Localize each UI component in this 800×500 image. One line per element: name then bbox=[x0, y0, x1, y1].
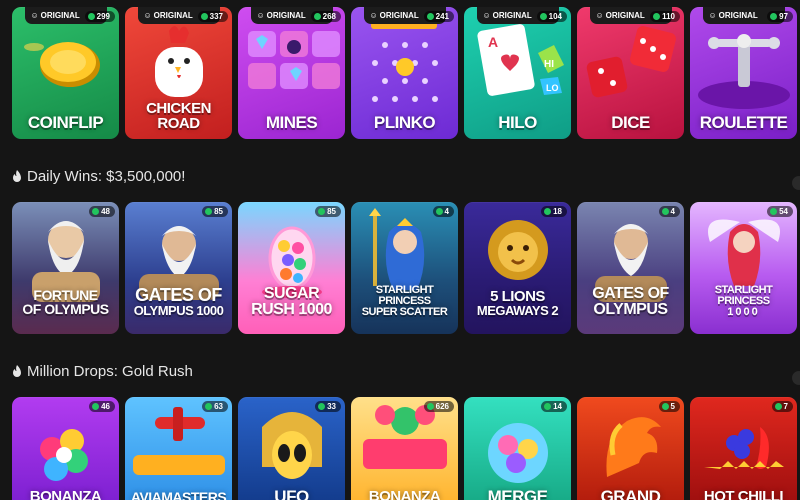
title-line-1: FORTUNE bbox=[33, 287, 98, 303]
game-card-chicken-road[interactable]: ☺ ORIGINAL 337 CHICKEN ROAD bbox=[125, 7, 232, 139]
candy-swirl-artwork bbox=[363, 405, 447, 469]
player-count: 4 bbox=[658, 206, 680, 217]
player-count: 18 bbox=[541, 206, 567, 217]
game-card-plinko[interactable]: ☺ ORIGINAL 241 PLINKO bbox=[351, 7, 458, 139]
game-card-roulette[interactable]: ☺ ORIGINAL 97 ROULETTE bbox=[690, 7, 797, 139]
game-card-dice[interactable]: ☺ ORIGINAL 110 DICE bbox=[577, 7, 684, 139]
game-title: ROULETTE bbox=[699, 113, 788, 132]
player-count: 104 bbox=[536, 11, 567, 22]
player-count: 268 bbox=[310, 11, 341, 22]
game-title: BONANZA bbox=[29, 488, 102, 500]
game-title: MINES bbox=[265, 113, 318, 132]
title-line-1: GATES OF bbox=[592, 285, 669, 302]
game-card-hot-chilli[interactable]: 7 HOT CHILLI bbox=[690, 397, 797, 500]
player-count: 5 bbox=[658, 401, 680, 412]
scroll-indicator[interactable] bbox=[792, 176, 800, 190]
title-line-2: OLYMPUS bbox=[593, 301, 668, 318]
game-title: PLINKO bbox=[373, 113, 436, 132]
daily-wins-heading: Daily Wins: $3,500,000! bbox=[12, 168, 185, 185]
game-title: HOT CHILLI bbox=[703, 488, 784, 500]
originals-row: ☺ ORIGINAL 299 COINFLIP ☺ ORIGINAL 337 CHI… bbox=[12, 7, 797, 139]
game-card-sugar-rush-1000[interactable]: 85 SUGAR RUSH 1000 bbox=[238, 202, 345, 334]
player-count: 54 bbox=[767, 206, 793, 217]
game-card-5-lions-megaways-2[interactable]: 18 5 LIONS MEGAWAYS 2 bbox=[464, 202, 571, 334]
game-title: BONANZA bbox=[368, 488, 441, 500]
svg-text:A: A bbox=[488, 34, 498, 50]
player-count: 46 bbox=[89, 401, 115, 412]
title-line-2: 1000 bbox=[727, 306, 760, 318]
game-card-aviamasters[interactable]: 63 AVIAMASTERS bbox=[125, 397, 232, 500]
game-card-gates-of-olympus[interactable]: 4 GATES OF OLYMPUS bbox=[577, 202, 684, 334]
alien-pharaoh-artwork bbox=[262, 412, 322, 479]
title-line-2: OLYMPUS 1000 bbox=[133, 303, 224, 318]
player-count: 14 bbox=[541, 401, 567, 412]
title-line-1: STARLIGHT PRINCESS bbox=[375, 284, 434, 307]
title-line-1: SUGAR bbox=[263, 285, 320, 302]
title-line-2: OF OLYMPUS bbox=[22, 301, 109, 317]
game-title: COINFLIP bbox=[27, 113, 104, 132]
svg-text:HI: HI bbox=[544, 59, 554, 70]
game-card-merge[interactable]: 14 MERGE bbox=[464, 397, 571, 500]
game-card-mines[interactable]: ☺ ORIGINAL 268 MINES bbox=[238, 7, 345, 139]
game-title: STARLIGHT PRINCESS 1000 bbox=[690, 285, 797, 318]
player-count: 337 bbox=[197, 11, 228, 22]
flame-icon bbox=[13, 365, 21, 377]
player-count: 85 bbox=[202, 206, 228, 217]
game-card-bonanza-billion[interactable]: 626 BONANZA bbox=[351, 397, 458, 500]
game-title: STARLIGHT PRINCESS SUPER SCATTER bbox=[351, 285, 458, 318]
player-count: 4 bbox=[432, 206, 454, 217]
title-line-1: STARLIGHT PRINCESS bbox=[714, 284, 773, 307]
game-title: GATES OF OLYMPUS bbox=[577, 286, 684, 318]
player-count: 241 bbox=[423, 11, 454, 22]
game-card-ufo[interactable]: 33 UFO bbox=[238, 397, 345, 500]
million-drops-row: 46 BONANZA 63 AVIAMASTERS 33 UFO 626 BON… bbox=[12, 397, 797, 500]
svg-text:LO: LO bbox=[546, 83, 559, 93]
game-title: MERGE bbox=[487, 487, 548, 500]
player-count: 299 bbox=[84, 11, 115, 22]
game-title: 5 LIONS MEGAWAYS 2 bbox=[464, 289, 571, 318]
title-line-2: RUSH 1000 bbox=[251, 301, 332, 318]
game-card-coinflip[interactable]: ☺ ORIGINAL 299 COINFLIP bbox=[12, 7, 119, 139]
game-title: HILO bbox=[498, 113, 537, 132]
flame-icon bbox=[13, 170, 21, 182]
player-count: 7 bbox=[771, 401, 793, 412]
daily-wins-row: 48 FORTUNE OF OLYMPUS 85 GATES OF OLYMPU… bbox=[12, 202, 797, 334]
game-card-starlight-princess-super-scatter[interactable]: 4 STARLIGHT PRINCESS SUPER SCATTER bbox=[351, 202, 458, 334]
game-title: GRAND bbox=[600, 487, 661, 500]
game-title: FORTUNE OF OLYMPUS bbox=[12, 288, 119, 316]
player-count: 110 bbox=[650, 11, 680, 22]
game-title: DICE bbox=[611, 113, 650, 132]
candy-bowl-artwork bbox=[488, 423, 548, 483]
horse-artwork bbox=[606, 417, 661, 477]
player-count: 626 bbox=[423, 401, 454, 412]
player-count: 48 bbox=[89, 206, 115, 217]
game-card-bonanza-1[interactable]: 46 BONANZA bbox=[12, 397, 119, 500]
game-title: AVIAMASTERS bbox=[130, 489, 227, 500]
player-count: 97 bbox=[767, 11, 793, 22]
title-line-2: SUPER SCATTER bbox=[361, 306, 448, 318]
million-drops-heading: Million Drops: Gold Rush bbox=[12, 363, 193, 380]
game-card-grand[interactable]: 5 GRAND bbox=[577, 397, 684, 500]
game-card-fortune-of-olympus[interactable]: 48 FORTUNE OF OLYMPUS bbox=[12, 202, 119, 334]
player-count: 85 bbox=[315, 206, 341, 217]
game-card-gates-of-olympus-1000[interactable]: 85 GATES OF OLYMPUS 1000 bbox=[125, 202, 232, 334]
game-card-hilo[interactable]: A HI LO ☺ ORIGINAL 104 HILO bbox=[464, 7, 571, 139]
flower-candy-artwork bbox=[40, 429, 88, 481]
title-line-2: MEGAWAYS 2 bbox=[476, 303, 559, 318]
game-title: SUGAR RUSH 1000 bbox=[238, 286, 345, 318]
section-title-text: Daily Wins: $3,500,000! bbox=[27, 168, 186, 185]
title-line-1: 5 LIONS bbox=[490, 288, 545, 305]
game-title: GATES OF OLYMPUS 1000 bbox=[125, 286, 232, 318]
game-card-starlight-princess-1000[interactable]: 54 STARLIGHT PRINCESS 1000 bbox=[690, 202, 797, 334]
player-count: 33 bbox=[315, 401, 341, 412]
airplane-artwork bbox=[133, 407, 225, 475]
game-title: UFO bbox=[274, 487, 309, 500]
game-title: CHICKEN ROAD bbox=[146, 100, 211, 132]
fruit-artwork bbox=[704, 427, 784, 469]
section-title-text: Million Drops: Gold Rush bbox=[27, 363, 193, 380]
player-count: 63 bbox=[202, 401, 228, 412]
title-line-1: GATES OF bbox=[135, 285, 222, 305]
scroll-indicator[interactable] bbox=[792, 371, 800, 385]
